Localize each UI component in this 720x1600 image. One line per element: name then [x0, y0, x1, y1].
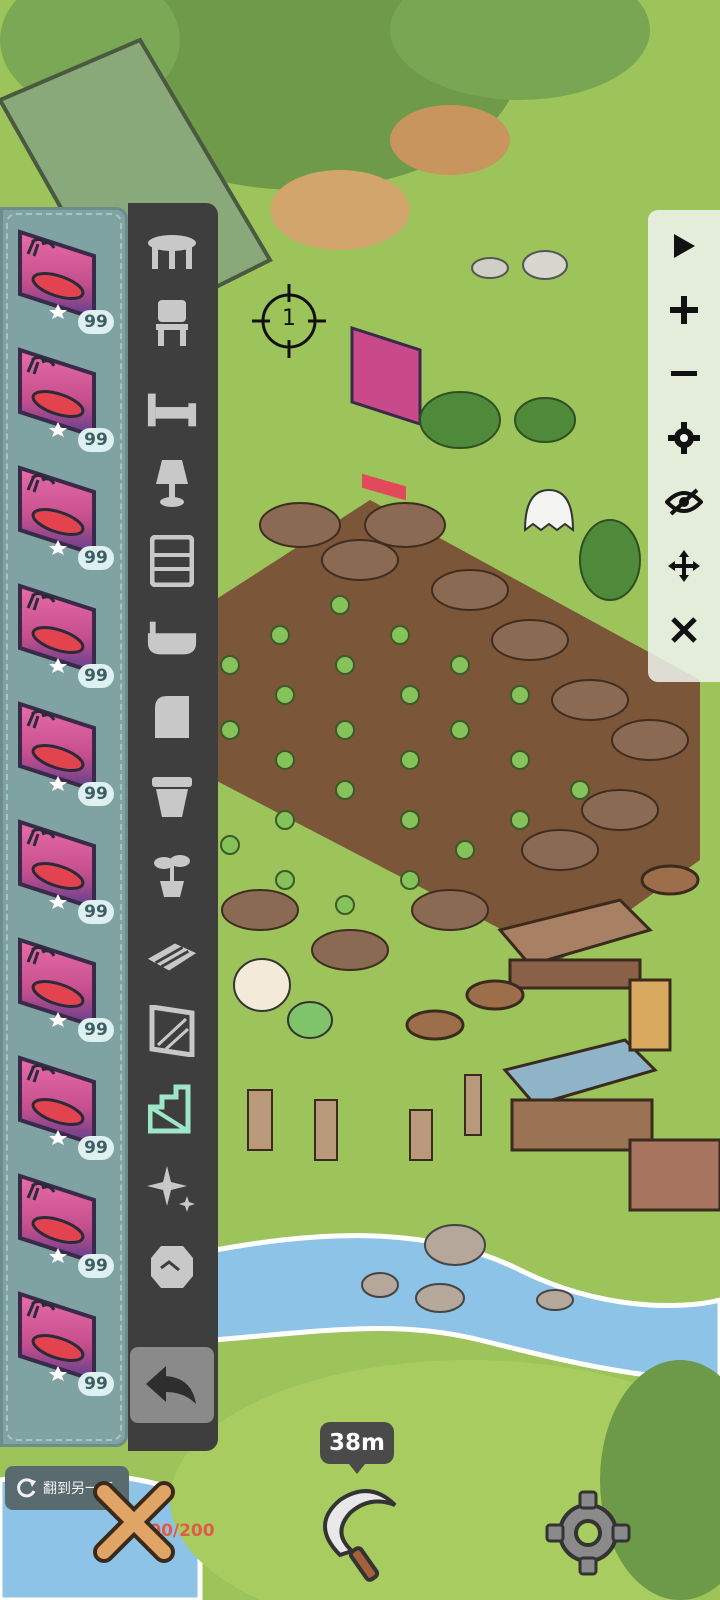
bathtub-icon[interactable]: [146, 615, 198, 663]
sickle-icon: [323, 1489, 397, 1582]
poster-icon: [18, 465, 96, 556]
table-icon[interactable]: [146, 229, 198, 277]
hide-icon[interactable]: [658, 476, 710, 528]
cancel-button[interactable]: [92, 1480, 176, 1564]
play-icon[interactable]: [658, 220, 710, 272]
item-count-badge: 99: [78, 428, 114, 452]
item-count-badge: 99: [78, 1254, 114, 1278]
inventory-item[interactable]: 99: [14, 818, 114, 924]
move-icon[interactable]: [658, 540, 710, 592]
zoom-out-icon[interactable]: [658, 348, 710, 400]
inventory-item[interactable]: 99: [14, 936, 114, 1042]
poster-icon: [18, 819, 96, 910]
poster-icon: [18, 1291, 96, 1382]
pot-icon[interactable]: [146, 773, 198, 821]
settings-icon[interactable]: [658, 412, 710, 464]
rotate-icon: [17, 1478, 36, 1498]
sickle-button[interactable]: [310, 1485, 410, 1585]
inventory-item[interactable]: 99: [14, 1172, 114, 1278]
item-count-badge: 99: [78, 1136, 114, 1160]
plant-icon[interactable]: [146, 851, 198, 899]
gear-icon: [545, 1490, 631, 1576]
shelf-icon[interactable]: [146, 535, 198, 587]
back-button[interactable]: [130, 1347, 214, 1423]
wall-icon[interactable]: [146, 1005, 198, 1057]
inventory-item[interactable]: 99: [14, 464, 114, 570]
poster-icon: [18, 701, 96, 792]
inventory-item[interactable]: 99: [14, 1054, 114, 1160]
item-count-badge: 99: [78, 310, 114, 334]
inventory-item[interactable]: 99: [14, 228, 114, 334]
bed-icon[interactable]: [146, 385, 198, 433]
lamp-icon[interactable]: [146, 459, 198, 507]
item-count-badge: 99: [78, 1372, 114, 1396]
poster-icon: [18, 583, 96, 674]
item-count-badge: 99: [78, 782, 114, 806]
poster-icon: [18, 937, 96, 1028]
item-count-badge: 99: [78, 900, 114, 924]
planks-icon[interactable]: [146, 933, 198, 981]
zoom-in-icon[interactable]: [658, 284, 710, 336]
item-count-badge: 99: [78, 1018, 114, 1042]
back-arrow-icon: [146, 1366, 196, 1404]
poster-icon: [18, 229, 96, 320]
poster-icon: [18, 1055, 96, 1146]
harvest-timer: 38m: [320, 1422, 394, 1474]
inventory-item[interactable]: 99: [14, 1290, 114, 1396]
settings-button[interactable]: [545, 1490, 631, 1576]
poster-icon: [18, 1173, 96, 1264]
close-x-icon: [93, 1481, 175, 1563]
category-bar: 200/200: [128, 203, 218, 1541]
chair-icon[interactable]: [146, 299, 198, 347]
placement-marker[interactable]: 1: [252, 284, 326, 358]
inventory-item[interactable]: 99: [14, 346, 114, 452]
item-count-badge: 99: [78, 546, 114, 570]
stone-icon[interactable]: [146, 1243, 198, 1291]
poster-icon: [18, 347, 96, 438]
rug-icon[interactable]: [146, 693, 198, 741]
inventory-item[interactable]: 99: [14, 582, 114, 688]
item-count-badge: 99: [78, 664, 114, 688]
marker-label: 1: [282, 306, 296, 331]
close-icon[interactable]: [658, 604, 710, 656]
stairs-icon[interactable]: [146, 1084, 198, 1134]
inventory-item[interactable]: 99: [14, 700, 114, 806]
sparkle-icon[interactable]: [146, 1165, 198, 1213]
edit-toolbar: [648, 210, 720, 682]
